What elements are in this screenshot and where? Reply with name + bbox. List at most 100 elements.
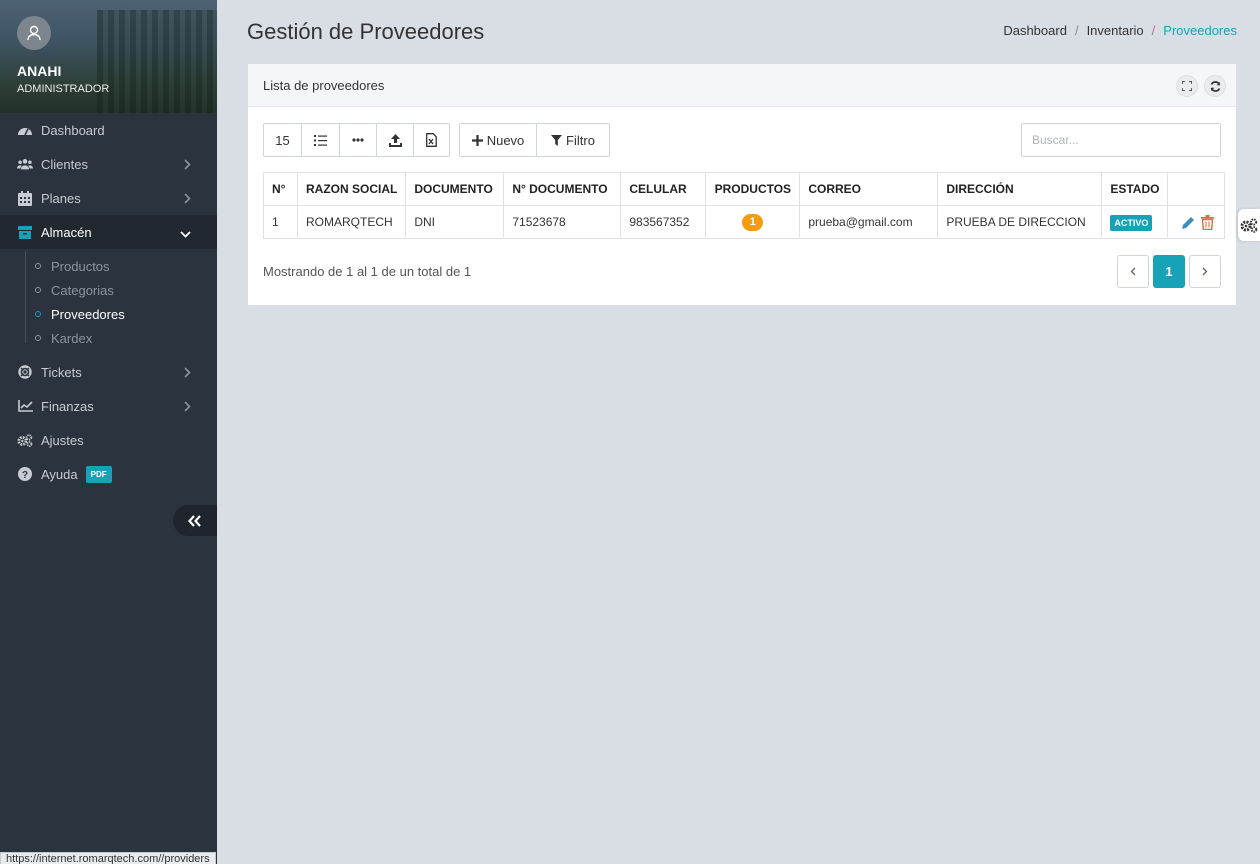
submenu-item-productos[interactable]: Productos xyxy=(0,254,217,278)
chevron-left-icon xyxy=(1130,267,1136,276)
filter-icon xyxy=(551,134,563,146)
column-visibility-button[interactable] xyxy=(302,124,340,156)
upload-button[interactable] xyxy=(377,124,414,156)
pagination: 1 xyxy=(1117,255,1221,288)
user-name: ANAHI xyxy=(17,63,62,79)
edit-pencil-icon[interactable] xyxy=(1181,215,1196,230)
card-tools xyxy=(1176,75,1226,97)
table-header-row: N° RAZON SOCIAL DOCUMENTO N° DOCUMENTO C… xyxy=(263,172,1226,206)
sidebar-item-label: Almacén xyxy=(41,224,92,240)
archive-box-icon xyxy=(17,224,33,240)
submenu-item-kardex[interactable]: Kardex xyxy=(0,326,217,350)
circle-icon xyxy=(35,287,41,293)
pagination-info: Mostrando de 1 al 1 de un total de 1 xyxy=(263,264,472,279)
column-header[interactable]: N° DOCUMENTO xyxy=(503,172,622,206)
submenu-item-proveedores[interactable]: Proveedores xyxy=(0,302,217,326)
sidebar-item-label: Planes xyxy=(41,190,81,206)
user-icon xyxy=(27,25,41,41)
profile-background-image xyxy=(97,10,217,113)
list-icon xyxy=(314,134,327,146)
line-chart-icon xyxy=(17,398,33,414)
life-ring-icon xyxy=(17,364,33,380)
column-header[interactable]: DOCUMENTO xyxy=(405,172,505,206)
chevron-right-icon xyxy=(184,366,191,381)
sidebar-item-label: Ajustes xyxy=(41,432,84,448)
cell-celular: 983567352 xyxy=(620,205,707,239)
table-row: 1 ROMARQTECH DNI 71523678 983567352 1 pr… xyxy=(263,205,1226,239)
submenu-item-categorias[interactable]: Categorias xyxy=(0,278,217,302)
sidebar-item-label: Ayuda xyxy=(41,466,78,482)
svg-text:?: ? xyxy=(22,470,28,481)
sidebar-item-tickets[interactable]: Tickets xyxy=(0,355,217,389)
expand-icon xyxy=(1182,81,1192,91)
table-toolbar: 15 Nuevo Filtro xyxy=(263,123,610,157)
cell-documento: DNI xyxy=(405,205,505,239)
calendar-icon xyxy=(17,190,33,206)
next-page-button[interactable] xyxy=(1189,255,1221,288)
sidebar-item-almacen[interactable]: Almacén xyxy=(0,215,217,249)
upload-icon xyxy=(388,133,402,147)
submenu-item-label: Proveedores xyxy=(51,306,125,322)
cogs-icon xyxy=(17,432,33,448)
chevron-right-icon xyxy=(1202,267,1208,276)
sidebar-item-ayuda[interactable]: ? Ayuda PDF xyxy=(0,457,217,491)
filter-button-label: Filtro xyxy=(566,132,595,148)
sidebar-item-finanzas[interactable]: Finanzas xyxy=(0,389,217,423)
sidebar-menu: Dashboard Clientes Planes Almacén xyxy=(0,113,217,249)
column-header[interactable]: N° xyxy=(263,172,298,206)
export-excel-button[interactable] xyxy=(414,124,449,156)
chevron-right-icon xyxy=(184,158,191,173)
column-header[interactable]: ESTADO xyxy=(1101,172,1169,206)
sidebar-item-clientes[interactable]: Clientes xyxy=(0,147,217,181)
sidebar-item-label: Clientes xyxy=(41,156,88,172)
sidebar-menu-lower: Tickets Finanzas Ajustes ? Ayuda PDF xyxy=(0,355,217,491)
cell-razon-social: ROMARQTECH xyxy=(296,205,407,239)
cell-direccion: PRUEBA DE DIRECCION xyxy=(937,205,1103,239)
cogs-icon xyxy=(1240,217,1258,233)
circle-icon xyxy=(35,263,41,269)
page-size-select[interactable]: 15 xyxy=(264,124,302,156)
delete-trash-icon[interactable] xyxy=(1201,214,1215,230)
column-header[interactable]: DIRECCIÓN xyxy=(937,172,1103,206)
new-provider-button[interactable]: Nuevo xyxy=(460,124,537,156)
submenu-item-label: Productos xyxy=(51,258,110,274)
breadcrumb-dashboard[interactable]: Dashboard xyxy=(1003,23,1067,38)
breadcrumb: Dashboard / Inventario / Proveedores xyxy=(1003,23,1237,38)
refresh-button[interactable] xyxy=(1204,75,1226,97)
chevron-right-icon xyxy=(184,192,191,207)
column-header[interactable]: PRODUCTOS xyxy=(705,172,801,206)
page-button-1[interactable]: 1 xyxy=(1153,255,1185,288)
pdf-badge[interactable]: PDF xyxy=(85,465,112,483)
circle-icon xyxy=(35,335,41,341)
avatar[interactable] xyxy=(17,16,51,50)
products-count-badge[interactable]: 1 xyxy=(742,213,764,231)
column-header[interactable]: CELULAR xyxy=(620,172,707,206)
breadcrumb-separator: / xyxy=(1074,23,1079,38)
column-header[interactable]: RAZON SOCIAL xyxy=(296,172,407,206)
refresh-icon xyxy=(1210,80,1220,92)
filter-button[interactable]: Filtro xyxy=(537,124,609,156)
prev-page-button[interactable] xyxy=(1117,255,1149,288)
fullscreen-button[interactable] xyxy=(1176,75,1198,97)
table-options-group: 15 xyxy=(263,123,450,157)
providers-table: N° RAZON SOCIAL DOCUMENTO N° DOCUMENTO C… xyxy=(263,172,1226,239)
settings-panel-toggle[interactable] xyxy=(1238,209,1260,241)
sidebar-item-ajustes[interactable]: Ajustes xyxy=(0,423,217,457)
chevron-down-icon xyxy=(180,226,191,241)
search-input[interactable] xyxy=(1021,123,1221,157)
cell-productos: 1 xyxy=(705,205,801,239)
more-options-button[interactable] xyxy=(340,124,377,156)
sidebar-item-dashboard[interactable]: Dashboard xyxy=(0,113,217,147)
breadcrumb-inventario[interactable]: Inventario xyxy=(1087,23,1144,38)
sidebar-item-label: Dashboard xyxy=(41,122,105,138)
cell-estado: ACTIVO xyxy=(1101,205,1169,239)
column-header[interactable]: CORREO xyxy=(799,172,939,206)
providers-card: Lista de proveedores 15 Nuevo Filtro Bus… xyxy=(248,64,1236,305)
actions-column-header xyxy=(1167,172,1226,206)
browser-status-url: https://internet.romarqtech.com//provide… xyxy=(0,852,216,864)
chevron-right-icon xyxy=(184,400,191,415)
collapse-sidebar-button[interactable] xyxy=(173,505,217,536)
cell-actions xyxy=(1167,205,1226,239)
cell-correo: prueba@gmail.com xyxy=(799,205,939,239)
sidebar-item-planes[interactable]: Planes xyxy=(0,181,217,215)
